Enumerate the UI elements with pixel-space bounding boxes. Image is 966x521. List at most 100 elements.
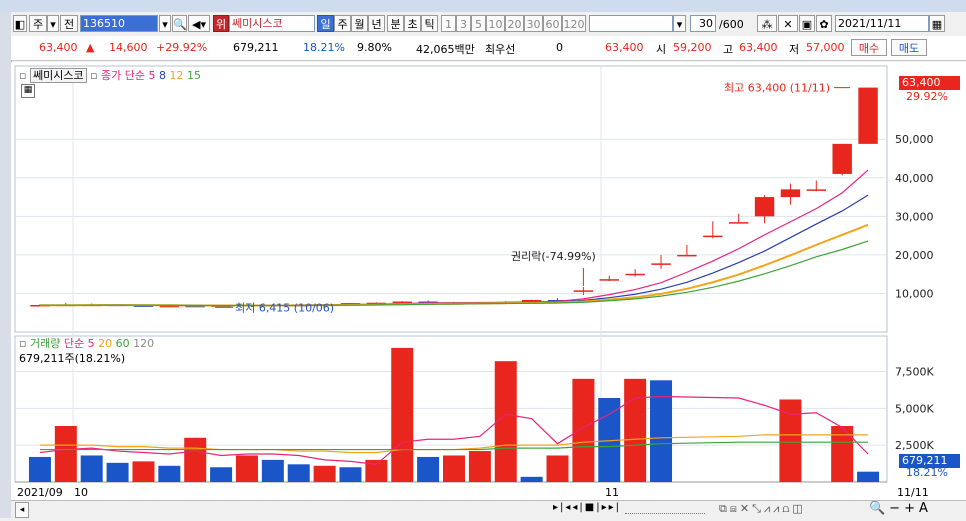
candle — [677, 254, 697, 257]
volume-ma-label: 단순 — [63, 337, 85, 350]
volume-bar — [261, 459, 284, 482]
current-quote: 63,400 — [605, 41, 644, 54]
price-change: 14,600 — [109, 41, 148, 54]
period-button-week[interactable]: 주 — [29, 15, 47, 32]
volume-bar — [80, 455, 103, 482]
volume-bar — [650, 380, 673, 482]
price-ma-8: 8 — [159, 69, 167, 82]
date-input[interactable]: 2021/11/11 — [835, 15, 929, 32]
chart-settings-icon[interactable]: ◧ — [13, 15, 27, 32]
best-quote-value: 0 — [556, 41, 563, 54]
quote-info-bar: 63,400 ▲ 14,600 +29.92% 679,211 18.21% 9… — [11, 36, 966, 61]
scroll-left-icon[interactable]: ◂ — [15, 502, 29, 518]
count-total: /600 — [719, 18, 744, 31]
x-label-right: 11/11 — [897, 486, 929, 499]
zoom-controls-icon[interactable]: 🔍−+A — [869, 501, 932, 516]
minute-10[interactable]: 10 — [486, 15, 505, 32]
volume-bar — [494, 361, 517, 482]
volume-ma-60: 60 — [115, 337, 130, 350]
x-label-nov: 11 — [605, 486, 619, 499]
grid-toggle-icon[interactable]: ▦ — [21, 84, 35, 98]
minute-1[interactable]: 1 — [441, 15, 456, 32]
price-tick-label: 40,000 — [895, 172, 934, 185]
speaker-icon[interactable]: ◀▾ — [188, 15, 210, 32]
price-tick-label: 20,000 — [895, 249, 934, 262]
calendar-icon[interactable]: ▦ — [929, 15, 945, 32]
compare-icon[interactable]: ⁂ — [757, 15, 777, 32]
custom-dropdown-icon[interactable]: ▾ — [673, 15, 686, 32]
candle — [754, 197, 775, 217]
change-percent: +29.92% — [156, 41, 208, 54]
volume-bar — [572, 378, 595, 482]
navigation-icons[interactable]: ▸|◂◂|■|▸▸| — [553, 502, 621, 513]
volume-bar — [210, 467, 233, 482]
price-tick-label: 30,000 — [895, 210, 934, 223]
price-tick-label: 10,000 — [895, 287, 934, 300]
volume-pct-tag: 18.21% — [906, 466, 948, 479]
low-price: 57,000 — [806, 41, 845, 54]
price-stock-label[interactable]: 쎄미시스코 — [29, 68, 87, 83]
interval-month[interactable]: 월 — [351, 15, 368, 32]
interval-minute[interactable]: 분 — [387, 15, 404, 32]
current-price: 63,400 — [39, 41, 78, 54]
stock-chart-svg[interactable]: 50,000 40,000 30,000 20,000 10,000 최고 63,400 … — [11, 62, 966, 518]
candle — [651, 263, 671, 265]
price-ma-label: 종가 단순 — [101, 69, 146, 82]
minute-custom-input[interactable] — [589, 15, 673, 32]
price-legend: ▫ 쎄미시스코 ▫ 종가 단순 5 8 12 15 — [19, 68, 202, 83]
drawing-tool-icons[interactable]: ⧉⧈✕⤡⩘⩘⩍◫ — [719, 502, 806, 516]
stock-name-field[interactable]: 쎄미시스코 — [229, 15, 315, 32]
buy-button[interactable]: 매수 — [851, 39, 887, 56]
volume-legend: ▫ 거래량 단순 5 20 60 120 — [19, 337, 155, 350]
stock-code-input[interactable]: 136510 — [80, 15, 158, 32]
volume-bar — [857, 471, 880, 482]
dropdown-arrow-icon[interactable]: ▾ — [47, 15, 59, 32]
volume-title: 거래량 — [29, 337, 61, 350]
volume-bar — [28, 456, 51, 482]
minute-5[interactable]: 5 — [471, 15, 486, 32]
save-icon[interactable]: ▣ — [799, 15, 815, 32]
volume-ma-5: 5 — [87, 337, 95, 350]
search-icon[interactable]: 🔍 — [172, 15, 187, 32]
volume-bar — [158, 465, 181, 482]
current-pct-tag: 29.92% — [906, 90, 948, 103]
chart-toolbar: ◧ 주 ▾ 전 136510 ▾ 🔍 ◀▾ 위 쎄미시스코 일 주 월 년 분 … — [11, 12, 966, 37]
interval-tick[interactable]: 틱 — [421, 15, 438, 32]
volume-bar — [391, 347, 414, 482]
zoom-slider[interactable] — [625, 505, 705, 514]
open-price: 59,200 — [673, 41, 712, 54]
minute-20[interactable]: 20 — [505, 15, 524, 32]
chart-area: 50,000 40,000 30,000 20,000 10,000 최고 63,400 … — [11, 62, 966, 519]
minute-120[interactable]: 120 — [562, 15, 586, 32]
trade-amount: 42,065백만 — [416, 43, 475, 56]
volume-bar — [313, 465, 336, 482]
draw-icon[interactable]: ✕ — [778, 15, 798, 32]
minute-60[interactable]: 60 — [543, 15, 562, 32]
high-price: 63,400 — [739, 41, 778, 54]
code-dropdown-icon[interactable]: ▾ — [159, 15, 171, 32]
interval-week[interactable]: 주 — [334, 15, 351, 32]
minute-30[interactable]: 30 — [524, 15, 543, 32]
minute-3[interactable]: 3 — [456, 15, 471, 32]
turnover-rate: 9.80% — [357, 41, 392, 54]
volume-bar — [624, 378, 647, 482]
candle — [599, 279, 619, 281]
gear-icon[interactable]: ✿ — [816, 15, 832, 32]
interval-day[interactable]: 일 — [317, 15, 334, 32]
volume-tick-label: 5,000K — [895, 402, 934, 415]
interval-second[interactable]: 초 — [404, 15, 421, 32]
low-label: 저 — [789, 43, 800, 56]
volume-bar — [287, 464, 310, 482]
best-quote-label: 최우선 — [485, 43, 516, 56]
volume-bar — [417, 456, 440, 482]
sell-button[interactable]: 매도 — [891, 39, 927, 56]
interval-year[interactable]: 년 — [368, 15, 385, 32]
price-ma-15: 15 — [187, 69, 202, 82]
period-button-all[interactable]: 전 — [60, 15, 78, 32]
count-input[interactable]: 30 — [690, 15, 716, 32]
volume-bar — [520, 476, 543, 482]
candle — [780, 189, 801, 198]
x-label-oct: 10 — [74, 486, 88, 499]
annotation-low: 최저 6,415 (10/06) — [235, 301, 334, 314]
volume-bar — [339, 467, 362, 482]
